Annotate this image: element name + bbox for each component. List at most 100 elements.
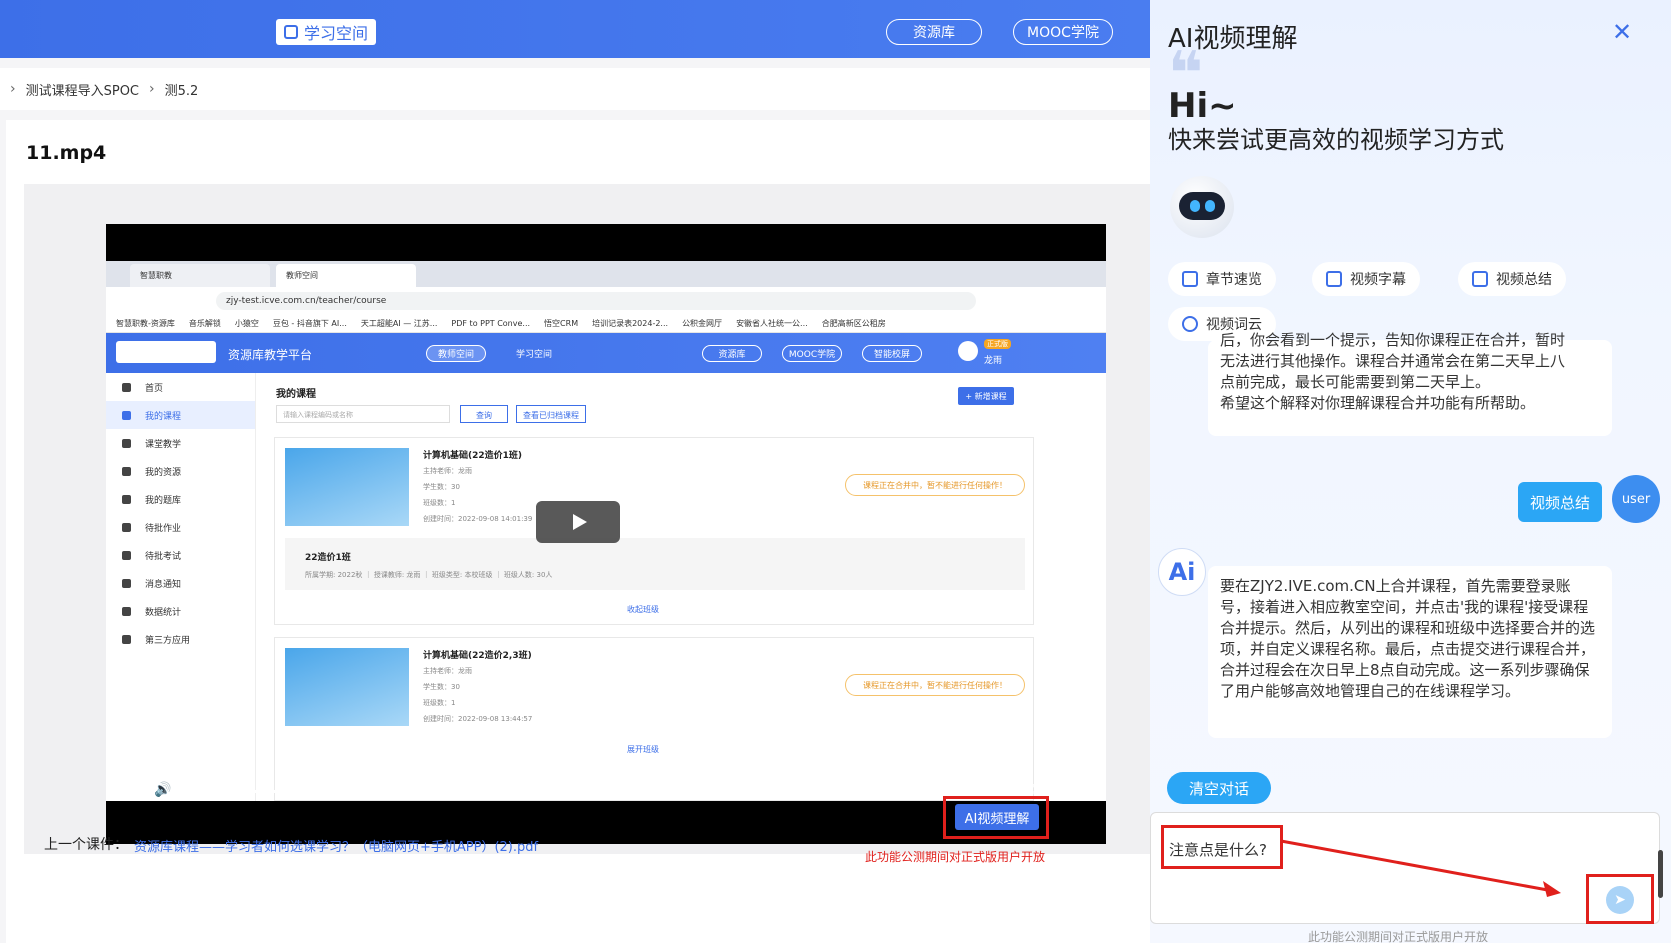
user-message: 视频总结 xyxy=(1518,482,1602,522)
course-search-input: 请输入课程编码或名称 xyxy=(276,405,450,423)
browser-tabbar: 智慧职教 教师空间 xyxy=(106,261,1106,287)
sidebar-item-label: 我的课程 xyxy=(145,411,182,422)
video-player[interactable]: 智慧职教 教师空间 zjy-test.icve.com.cn/teacher/c… xyxy=(106,224,1106,844)
robot-avatar xyxy=(1170,176,1234,238)
sidebar-item: 数据统计 xyxy=(106,597,255,625)
learning-space-label: 学习空间 xyxy=(303,24,368,43)
course-card: 计算机基础(22造价1班) 主持老师：龙雨 学生数：30 班级数：1 创建时间：… xyxy=(274,437,1034,625)
ai-panel: AI视频理解 ✕ ❝ Hi~ 快来尝试更高效的视频学习方式 章节速览 视频字幕 … xyxy=(1150,0,1671,943)
volume-icon[interactable]: 🔊 xyxy=(154,782,171,798)
app-nav-teacher: 教师空间 xyxy=(426,345,486,362)
sidebar-item: 第三方应用 xyxy=(106,625,255,653)
prev-courseware-link[interactable]: 资源库课程——学习者如何选课学习？（电脑网页+手机APP）(2).pdf xyxy=(134,836,538,855)
send-icon[interactable]: ➤ xyxy=(1606,886,1634,914)
progress-handle[interactable] xyxy=(203,787,212,796)
progress-end-handle xyxy=(953,787,962,796)
app-nav-learning: 学习空间 xyxy=(515,350,552,360)
course-classes: 班级数：1 xyxy=(423,699,456,707)
course-created: 创建时间：2022-09-08 13:44:57 xyxy=(423,715,533,723)
annotation-arrow xyxy=(1280,839,1561,897)
sidebar-item: 我的题库 xyxy=(106,485,255,513)
sidebar-item: 待批作业 xyxy=(106,513,255,541)
course-name: 计算机基础(22造价2,3班) xyxy=(423,651,532,661)
resource-library-button[interactable]: 资源库 xyxy=(886,19,982,45)
class-name: 22造价1班 xyxy=(305,553,351,563)
sidebar-item-label: 首页 xyxy=(145,383,164,394)
course-created: 创建时间：2022-09-08 14:01:39 xyxy=(423,515,533,523)
chip-summary[interactable]: 视频总结 xyxy=(1458,262,1566,296)
user-avatar: user xyxy=(1612,475,1660,523)
learning-space-tab[interactable]: 学习空间 xyxy=(276,19,376,45)
breadcrumb-current[interactable]: 测5.2 xyxy=(165,80,199,99)
bookmark: 天工超能AI — 江苏... xyxy=(360,319,438,328)
chip-label: 章节速览 xyxy=(1206,272,1262,288)
sidebar-item-label: 我的资源 xyxy=(145,467,182,478)
platform-header: 资源库教学平台 教师空间 学习空间 资源库 MOOC学院 智能校屏 正式版 龙雨 xyxy=(106,333,1106,373)
ai-feature-note: 此功能公测期间对正式版用户开放 xyxy=(865,850,1046,864)
sidebar-item: 我的课程 xyxy=(106,401,255,429)
course-students: 学生数：30 xyxy=(423,483,460,491)
sidebar-item-label: 待批考试 xyxy=(145,551,182,562)
apps-icon xyxy=(122,634,131,644)
message-line: 无法进行其他操作。课程合并通常会在第二天早上八 xyxy=(1220,352,1566,370)
clear-chat-button[interactable]: 清空对话 xyxy=(1167,772,1271,804)
merge-notice: 课程正在合并中，暂不能进行任何操作！ xyxy=(845,674,1025,696)
avatar xyxy=(958,341,978,361)
classroom-icon xyxy=(122,438,131,448)
close-icon[interactable]: ✕ xyxy=(1612,18,1632,46)
sidebar-item-label: 第三方应用 xyxy=(145,635,191,646)
user-name: 龙雨 xyxy=(984,356,1003,366)
bookmark: 公积金网厅 xyxy=(682,319,723,328)
sidebar-item: 课堂教学 xyxy=(106,429,255,457)
bookmark: 音乐解锁 xyxy=(188,319,221,328)
bookmark: PDF to PPT Conve... xyxy=(451,319,531,328)
class-row: 22造价1班 所属学期: 2022秋 ｜ 授课教师: 龙雨 ｜ 班级类型: 本校… xyxy=(285,538,1025,590)
course-thumbnail xyxy=(285,648,409,726)
class-meta: 所属学期: 2022秋 ｜ 授课教师: 龙雨 ｜ 班级类型: 本校班级 ｜ 班级… xyxy=(305,571,553,579)
mooc-button[interactable]: MOOC学院 xyxy=(1013,19,1113,45)
chat-input[interactable]: 注意点是什么? xyxy=(1150,812,1660,924)
chevron-right-icon: › xyxy=(149,81,155,97)
ai-message-previous: 后，你会看到一个提示，告知你课程正在合并，暂时 无法进行其他操作。课程合并通常会… xyxy=(1208,331,1612,436)
question-bank-icon xyxy=(122,494,131,504)
video-frame: 智慧职教 教师空间 zjy-test.icve.com.cn/teacher/c… xyxy=(106,261,1106,801)
archived-courses-button: 查看已归档课程 xyxy=(516,405,586,423)
bookmark: 培训记录表2024-2... xyxy=(592,319,669,328)
scrollbar[interactable] xyxy=(1658,850,1663,898)
top-nav-bar: 学习空间 资源库 MOOC学院 xyxy=(0,0,1150,58)
chip-chapter-overview[interactable]: 章节速览 xyxy=(1168,262,1276,296)
page-title: 11.mp4 xyxy=(26,142,107,164)
bookmark: 合肥高新区公租房 xyxy=(821,319,886,328)
stats-icon xyxy=(122,606,131,616)
panel-footer-note: 此功能公测期间对正式版用户开放 xyxy=(1308,930,1489,943)
sidebar-item: 消息通知 xyxy=(106,569,255,597)
new-course-button: + 新增课程 xyxy=(958,387,1014,405)
message-line: 希望这个解释对你理解课程合并功能有所帮助。 xyxy=(1220,394,1536,412)
breadcrumb-course[interactable]: 测试课程导入SPOC xyxy=(26,80,139,99)
course-list-area: 我的课程 请输入课程编码或名称 查询 查看已归档课程 + 新增课程 计算机基础(… xyxy=(266,373,1096,801)
space-icon xyxy=(283,25,298,39)
sidebar-item-label: 我的题库 xyxy=(145,495,182,506)
sidebar-item-label: 待批作业 xyxy=(145,523,182,534)
version-badge: 正式版 xyxy=(984,339,1011,349)
app-nav-resource: 资源库 xyxy=(702,345,762,362)
video-icon xyxy=(1326,271,1342,287)
chip-label: 视频字幕 xyxy=(1350,272,1406,288)
prev-courseware-label: 上一个课件： xyxy=(44,837,128,853)
progress-bar[interactable] xyxy=(196,787,962,796)
course-thumbnail xyxy=(285,448,409,526)
chip-subtitles[interactable]: 视频字幕 xyxy=(1312,262,1420,296)
merge-notice: 课程正在合并中，暂不能进行任何操作！ xyxy=(845,474,1025,496)
sidebar-item: 我的资源 xyxy=(106,457,255,485)
sidebar-item: 首页 xyxy=(106,373,255,401)
message-line: 点前完成，最长可能需要到第二天早上。 xyxy=(1220,373,1491,391)
play-button[interactable] xyxy=(536,501,620,543)
replay-icon[interactable]: ↻ xyxy=(118,782,130,798)
platform-name: 资源库教学平台 xyxy=(228,348,313,362)
chevron-right-icon: › xyxy=(10,81,16,97)
ai-video-understand-button[interactable]: AI视频理解 xyxy=(955,804,1039,830)
exam-icon xyxy=(122,550,131,560)
course-name: 计算机基础(22造价1班) xyxy=(423,451,523,461)
app-nav-screen: 智能校屏 xyxy=(862,345,922,362)
home-icon xyxy=(122,382,131,392)
